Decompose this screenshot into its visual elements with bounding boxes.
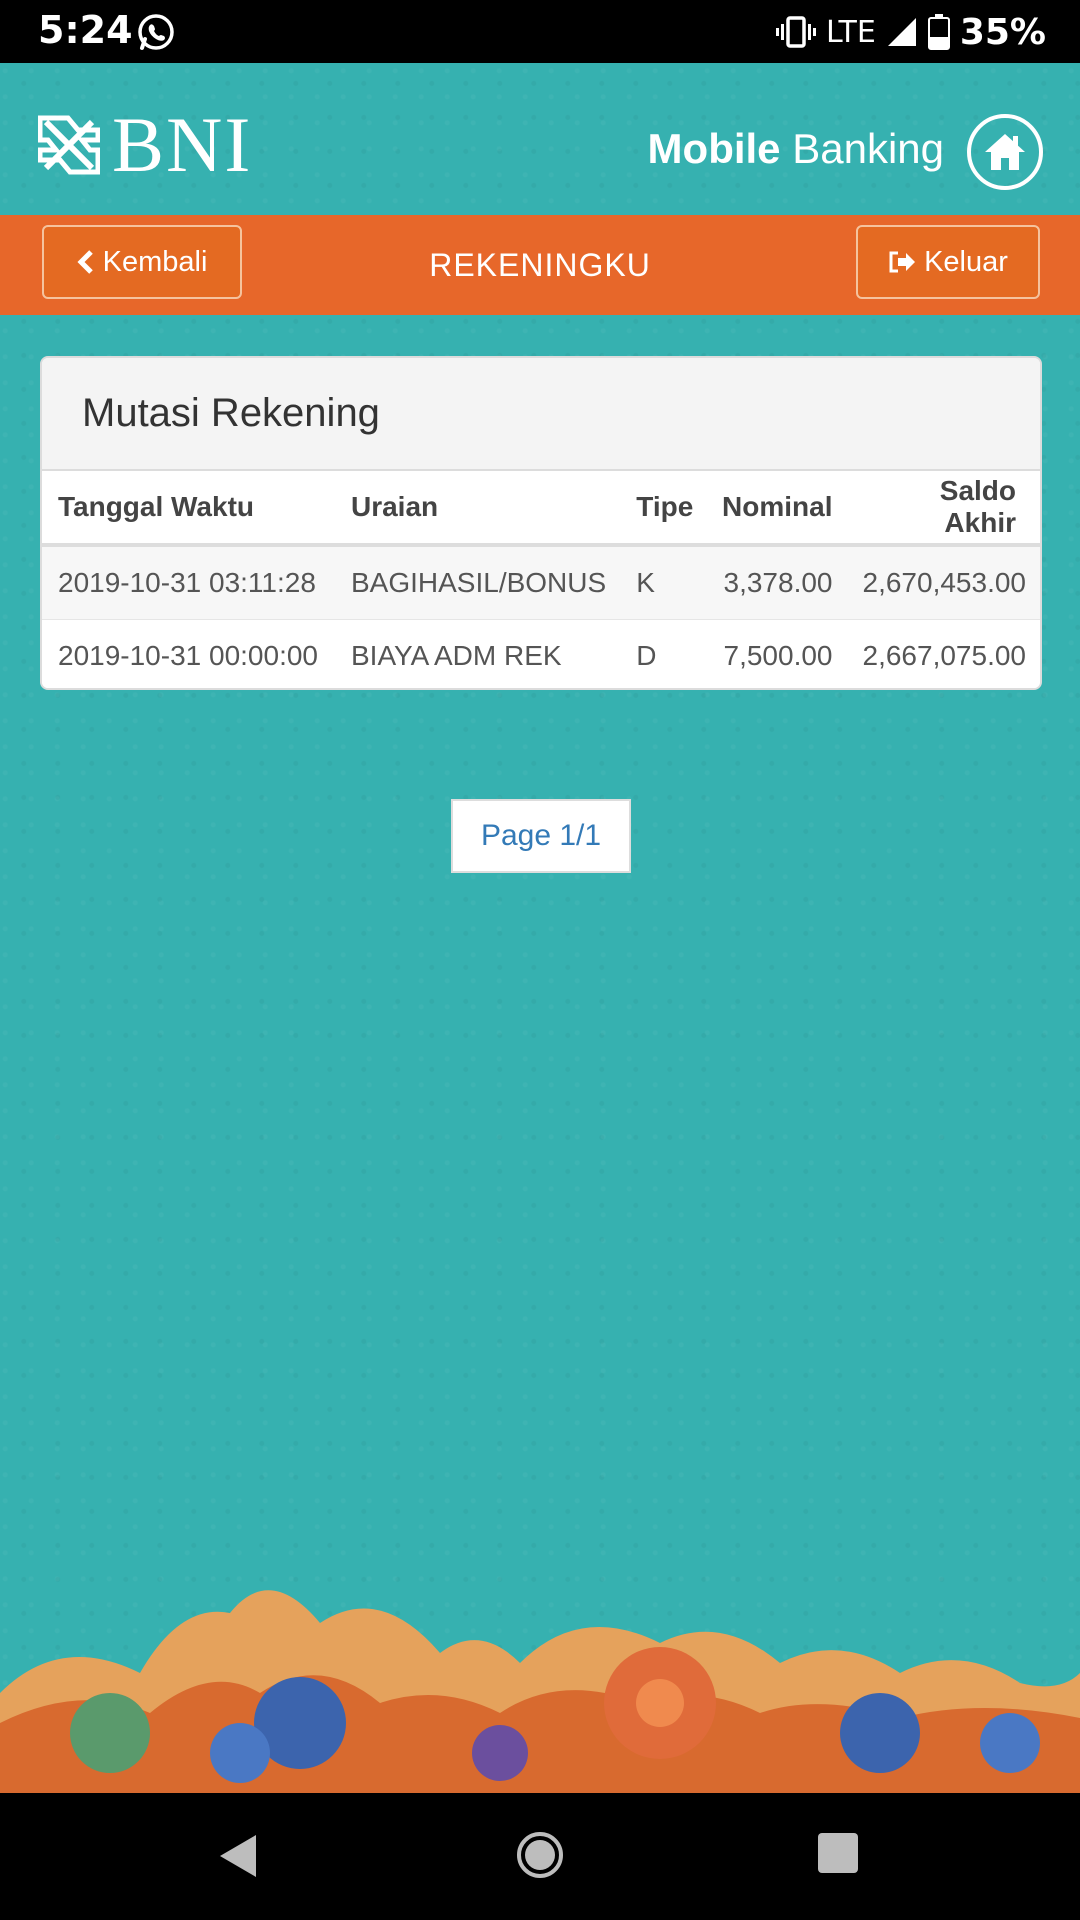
home-button[interactable] [967, 114, 1043, 190]
bni-logo: BNI [38, 101, 253, 188]
app-title: Mobile Banking [648, 125, 944, 173]
cell-amount: 7,500.00 [700, 619, 847, 688]
cell-date: 2019-10-31 03:11:28 [42, 544, 335, 620]
battery-icon [927, 14, 950, 50]
logout-button[interactable]: Keluar [856, 225, 1040, 299]
cell-type: D [620, 619, 701, 688]
home-nav-icon[interactable] [516, 1831, 564, 1879]
cell-description: BIAYA ADM REK [334, 619, 621, 688]
logout-label: Keluar [924, 245, 1008, 278]
vibrate-icon [775, 16, 816, 48]
battery-percent: 35% [959, 11, 1046, 53]
status-time: 5:24 [38, 8, 133, 52]
batik-decoration [0, 1590, 1080, 1793]
recents-nav-icon[interactable] [818, 1833, 858, 1873]
app-title-bold: Mobile [647, 125, 781, 172]
cell-amount: 3,378.00 [700, 544, 847, 620]
app-screen: BNI Mobile Banking Kembali REKENINGKU Ke… [0, 63, 1080, 1793]
network-label: LTE [825, 14, 876, 50]
cell-balance: 2,667,075.00 [846, 619, 1040, 688]
col-header-balance: Saldo Akhir [846, 471, 1040, 547]
back-nav-icon[interactable] [218, 1833, 258, 1879]
home-icon [985, 134, 1025, 170]
sign-out-icon [889, 251, 916, 273]
signal-icon [887, 18, 916, 46]
cell-type: K [620, 544, 701, 620]
whatsapp-icon [138, 14, 174, 50]
nav-bar: Kembali REKENINGKU Keluar [0, 215, 1080, 315]
cell-date: 2019-10-31 00:00:00 [42, 619, 335, 688]
col-header-amount: Nominal [700, 471, 847, 547]
statement-table: Tanggal Waktu Uraian Tipe Nominal Saldo … [42, 471, 1040, 688]
col-header-type: Tipe [620, 471, 701, 547]
col-header-date: Tanggal Waktu [42, 471, 335, 547]
bni-logo-icon [38, 115, 100, 175]
logo-text: BNI [112, 101, 253, 188]
table-row: 2019-10-31 00:00:00 BIAYA ADM REK D 7,50… [42, 619, 1040, 688]
statement-panel: Mutasi Rekening Tanggal Waktu Uraian Tip… [40, 356, 1042, 690]
table-header-row: Tanggal Waktu Uraian Tipe Nominal Saldo … [42, 471, 1040, 547]
cell-description: BAGIHASIL/BONUS [334, 544, 621, 620]
table-row: 2019-10-31 03:11:28 BAGIHASIL/BONUS K 3,… [42, 544, 1040, 620]
col-header-description: Uraian [334, 471, 621, 547]
pagination-button[interactable]: Page 1/1 [451, 799, 631, 873]
status-bar: 5:24 LTE 35% [0, 0, 1080, 63]
system-nav-bar [0, 1793, 1080, 1920]
panel-title: Mutasi Rekening [42, 358, 1040, 471]
cell-balance: 2,670,453.00 [846, 544, 1040, 620]
app-title-rest: Banking [792, 125, 944, 172]
